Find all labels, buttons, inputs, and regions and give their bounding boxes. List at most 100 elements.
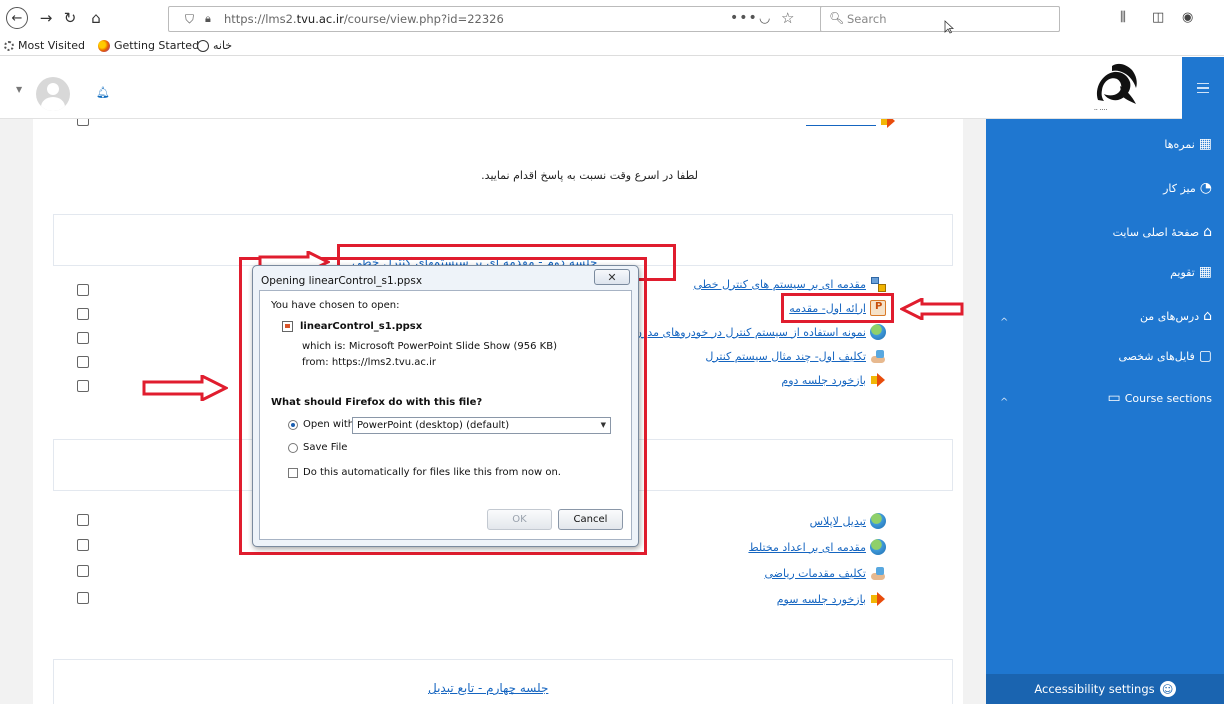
annotation-arrow-right-icon xyxy=(142,375,228,401)
activity-link[interactable]: مقدمه ای بر سیستم های کنترل خطی xyxy=(694,278,866,291)
sidebar-item-label: Course sections xyxy=(1124,391,1212,405)
globe-url-icon xyxy=(870,539,886,555)
completion-checkbox[interactable] xyxy=(77,119,89,126)
page-actions-icon[interactable]: ••• xyxy=(730,10,758,26)
sidebar-item-dashboard[interactable]: ◔ میز کار xyxy=(1163,181,1212,195)
activity-item[interactable]: تکلیف مقدمات ریاضی xyxy=(764,565,886,581)
search-input[interactable]: 🔍︎ Search xyxy=(820,6,1060,32)
dialog-question: What should Firefox do with this file? xyxy=(271,397,483,408)
accessibility-label: Accessibility settings xyxy=(1034,682,1155,696)
sidebar-item-calendar[interactable]: ▦ تقویم xyxy=(1170,265,1212,279)
completion-checkbox[interactable] xyxy=(77,592,89,604)
accessibility-settings-button[interactable]: Accessibility settings ☺ xyxy=(986,674,1224,704)
sidebar-item-my-courses[interactable]: ⌂ درس‌های من xyxy=(1140,309,1212,323)
sidebar-item-course-sections[interactable]: ▭ Course sections xyxy=(1108,391,1212,405)
chevron-up-icon[interactable]: ^ xyxy=(1000,317,1008,328)
svg-text:·· ····: ·· ···· xyxy=(1094,107,1107,114)
home-icon[interactable]: ⌂ xyxy=(86,8,106,28)
reload-icon[interactable]: ↻ xyxy=(60,8,80,28)
auto-checkbox[interactable] xyxy=(288,468,298,478)
annotation-box xyxy=(781,293,894,323)
completion-checkbox[interactable] xyxy=(77,308,89,320)
graduation-cap-icon: ⌂ xyxy=(1203,308,1212,324)
auto-label[interactable]: Do this automatically for files like thi… xyxy=(303,467,561,478)
pocket-icon[interactable]: ◡ xyxy=(759,11,770,26)
avatar[interactable] xyxy=(36,77,70,111)
activity-item[interactable]: مقدمه ای بر اعداد مختلط xyxy=(748,539,886,555)
sidebar-toggle-icon[interactable]: ◫ xyxy=(1152,10,1164,25)
bookmark-star-icon[interactable]: ☆ xyxy=(781,9,794,27)
hamburger-icon xyxy=(1197,83,1209,93)
section-title-4[interactable]: جلسه چهارم - تابع تبدیل xyxy=(428,681,548,695)
forward-arrow-icon[interactable]: → xyxy=(36,8,56,28)
back-arrow-icon[interactable]: ← xyxy=(6,7,28,29)
sidebar-item-label: نمره‌ها xyxy=(1164,137,1195,151)
sidebar-item-grades[interactable]: ▦ نمره‌ها xyxy=(1164,137,1212,151)
dashboard-icon: ◔ xyxy=(1199,180,1212,196)
bookmark-getting-started[interactable]: Getting Started xyxy=(98,39,199,52)
assignment-icon xyxy=(870,565,886,581)
activity-item[interactable]: نمونه استفاده از سیستم کنترل در خودروهای… xyxy=(634,324,886,340)
sidebar-item-site-home[interactable]: ⌂ صفحهٔ اصلی سایت xyxy=(1113,225,1212,239)
tracking-shield-icon[interactable]: ⛉ xyxy=(185,12,194,27)
file-name: linearControl_s1.ppsx xyxy=(300,321,423,332)
open-with-select[interactable]: PowerPoint (desktop) (default) ▼ xyxy=(352,417,611,434)
dialog-title: Opening linearControl_s1.ppsx xyxy=(261,275,423,287)
activity-link[interactable]: تکلیف اول- چند مثال سیستم کنترل xyxy=(705,350,866,363)
notification-bell-icon[interactable]: 🔔︎ xyxy=(96,86,110,99)
open-with-label[interactable]: Open with xyxy=(303,419,354,430)
url-text[interactable]: https://lms2.tvu.ac.ir/course/view.php?i… xyxy=(224,12,504,26)
account-icon[interactable]: ◉ xyxy=(1182,10,1193,25)
mouse-cursor-icon xyxy=(944,20,954,34)
globe-url-icon xyxy=(870,324,886,340)
close-icon[interactable]: ✕ xyxy=(594,269,630,285)
activity-link[interactable]: تکلیف مقدمات ریاضی xyxy=(764,567,866,580)
activity-item[interactable]: بازخورد جلسه دوم xyxy=(781,372,886,388)
activity-link[interactable]: بازخورد جلسه سوم xyxy=(777,593,866,606)
section-title-link[interactable]: جلسه چهارم - تابع تبدیل xyxy=(428,681,548,695)
activity-link-text[interactable] xyxy=(806,119,876,126)
bookmark-label: خانه xyxy=(213,39,233,52)
completion-checkbox[interactable] xyxy=(77,514,89,526)
folder-icon: ▭ xyxy=(1107,390,1121,406)
completion-checkbox[interactable] xyxy=(77,565,89,577)
save-file-label[interactable]: Save File xyxy=(303,442,347,453)
activity-item[interactable]: تکلیف اول- چند مثال سیستم کنترل xyxy=(705,348,886,364)
activity-link[interactable]: تبدیل لاپلاس xyxy=(810,515,866,528)
activity-link[interactable]: بازخورد جلسه دوم xyxy=(781,374,866,387)
firefox-icon xyxy=(98,39,110,52)
file-source: from: https://lms2.tvu.ac.ir xyxy=(302,357,436,368)
completion-checkbox[interactable] xyxy=(77,539,89,551)
bookmark-home[interactable]: خانه xyxy=(197,39,232,52)
completion-checkbox[interactable] xyxy=(77,380,89,392)
user-menu-caret-icon[interactable]: ▼ xyxy=(16,85,22,94)
activity-item[interactable]: بازخورد جلسه سوم xyxy=(777,591,886,607)
accessibility-icon: ☺ xyxy=(1159,681,1176,697)
lock-icon[interactable]: 🔒︎ xyxy=(205,12,211,26)
completion-checkbox[interactable] xyxy=(77,332,89,344)
chevron-up-icon[interactable]: ^ xyxy=(1000,397,1008,408)
save-file-radio[interactable] xyxy=(288,443,298,453)
sidebar-item-private-files[interactable]: ▢ فایل‌های شخصی xyxy=(1118,349,1212,363)
activity-link[interactable]: مقدمه ای بر اعداد مختلط xyxy=(748,541,866,554)
library-icon[interactable]: ⫼ xyxy=(1120,10,1126,25)
open-with-radio[interactable] xyxy=(288,420,298,430)
dialog-body: You have chosen to open: linearControl_s… xyxy=(259,290,632,540)
cancel-button[interactable]: Cancel xyxy=(558,509,623,530)
calendar-icon: ▦ xyxy=(1198,264,1212,280)
completion-checkbox[interactable] xyxy=(77,284,89,296)
completion-checkbox[interactable] xyxy=(77,356,89,368)
file-icon: ▢ xyxy=(1198,348,1212,364)
sidebar-item-label: میز کار xyxy=(1163,181,1196,195)
activity-item[interactable]: تبدیل لاپلاس xyxy=(810,513,886,529)
bookmark-label: Getting Started xyxy=(114,39,200,52)
ok-button[interactable]: OK xyxy=(487,509,552,530)
folder-tree-icon xyxy=(870,276,886,292)
bookmark-most-visited[interactable]: Most Visited xyxy=(4,39,85,52)
activity-item[interactable]: مقدمه ای بر سیستم های کنترل خطی xyxy=(694,276,886,292)
nav-drawer-toggle[interactable] xyxy=(1182,57,1224,119)
activity-link[interactable]: نمونه استفاده از سیستم کنترل در خودروهای… xyxy=(634,326,866,339)
nav-drawer: ▦ نمره‌ها ◔ میز کار ⌂ صفحهٔ اصلی سایت ▦ … xyxy=(986,119,1224,704)
university-logo[interactable]: ·· ···· xyxy=(1092,60,1140,116)
activity-link[interactable] xyxy=(806,119,896,129)
